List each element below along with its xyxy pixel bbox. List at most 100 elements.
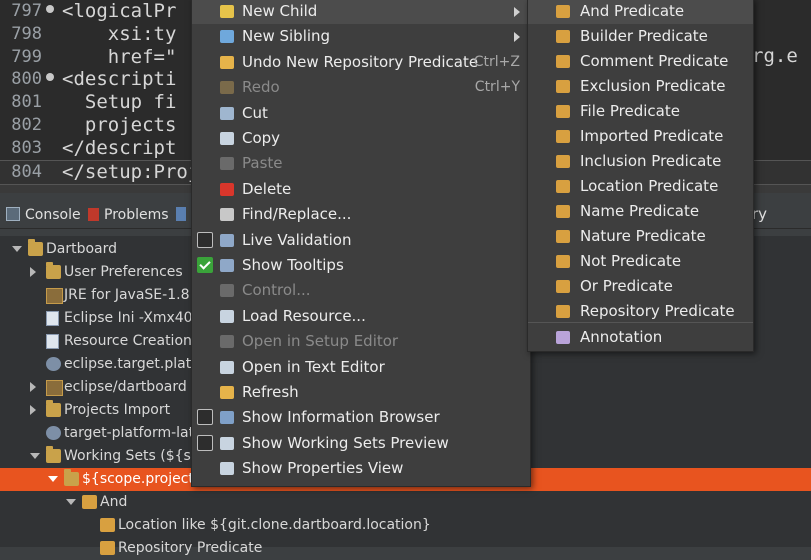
menu-item-new-child[interactable]: New Child bbox=[192, 0, 530, 24]
submenu-item-location-predicate[interactable]: Location Predicate bbox=[528, 174, 753, 199]
tab-problems[interactable]: Problems bbox=[88, 205, 169, 225]
menu-item-label: Undo New Repository Predicate bbox=[242, 52, 479, 71]
menu-item-show-properties-view[interactable]: Show Properties View bbox=[192, 456, 530, 481]
expand-arrow-icon[interactable] bbox=[12, 246, 22, 252]
menu-item-label: Cut bbox=[242, 103, 268, 122]
menu-item-label: Paste bbox=[242, 154, 283, 173]
submenu-item-and-predicate[interactable]: And Predicate bbox=[528, 0, 753, 24]
submenu-item-label: Nature Predicate bbox=[580, 227, 706, 245]
menu-item-control[interactable]: Control... bbox=[192, 278, 530, 303]
menu-item-label: Copy bbox=[242, 129, 281, 147]
menu-item-paste[interactable]: Paste bbox=[192, 151, 530, 176]
line-number: 797 bbox=[11, 1, 42, 21]
predicate-icon bbox=[556, 30, 570, 43]
predicate-icon bbox=[100, 518, 115, 532]
menu-item-find-replace[interactable]: Find/Replace... bbox=[192, 202, 530, 227]
tab-console[interactable]: Console bbox=[6, 205, 81, 225]
fold-icon[interactable] bbox=[46, 5, 54, 13]
folder-icon bbox=[28, 239, 43, 256]
menu-item-show-information-browser[interactable]: Show Information Browser bbox=[192, 405, 530, 430]
submenu-item-nature-predicate[interactable]: Nature Predicate bbox=[528, 224, 753, 249]
problems-icon bbox=[88, 208, 99, 221]
tree-item[interactable]: Repository Predicate bbox=[0, 537, 811, 560]
tree-item-label: Working Sets (${sco bbox=[64, 448, 208, 464]
setup-editor-icon bbox=[220, 335, 234, 349]
line-number: 801 bbox=[11, 92, 42, 113]
code-text: xsi:ty bbox=[62, 22, 177, 45]
submenu-arrow-icon bbox=[514, 32, 520, 43]
tree-item[interactable]: And bbox=[0, 491, 811, 514]
folder-icon bbox=[46, 446, 61, 463]
menu-item-copy[interactable]: Copy bbox=[192, 126, 530, 151]
menu-item-cut[interactable]: Cut bbox=[192, 101, 530, 126]
submenu-item-label: Name Predicate bbox=[580, 202, 700, 220]
predicate-icon bbox=[82, 495, 97, 509]
submenu-item-inclusion-predicate[interactable]: Inclusion Predicate bbox=[528, 149, 753, 174]
tree-item-label: Eclipse Ini -Xmx409 bbox=[64, 310, 202, 326]
tab-partial-label[interactable]: ry bbox=[752, 205, 767, 223]
submenu-item-exclusion-predicate[interactable]: Exclusion Predicate bbox=[528, 74, 753, 99]
predicate-icon bbox=[100, 541, 115, 555]
menu-item-label: Live Validation bbox=[242, 230, 352, 249]
submenu-item-comment-predicate[interactable]: Comment Predicate bbox=[528, 49, 753, 74]
submenu-item-label: Or Predicate bbox=[580, 277, 673, 295]
menu-item-undo-new-repository-predicate[interactable]: Undo New Repository Predicate Ctrl+Z bbox=[192, 50, 530, 75]
checkbox-icon[interactable] bbox=[197, 409, 213, 426]
load-resource-icon bbox=[220, 309, 234, 323]
submenu-item-label: Repository Predicate bbox=[580, 302, 735, 320]
menu-item-label: Delete bbox=[242, 179, 292, 198]
collapse-arrow-icon[interactable] bbox=[30, 267, 36, 277]
collapse-arrow-icon[interactable] bbox=[30, 382, 36, 392]
predicate-icon bbox=[556, 305, 570, 318]
expand-arrow-icon[interactable] bbox=[30, 453, 40, 459]
predicate-icon bbox=[556, 230, 570, 243]
tab-partial-icon[interactable] bbox=[176, 205, 191, 225]
submenu-item-name-predicate[interactable]: Name Predicate bbox=[528, 199, 753, 224]
menu-item-redo[interactable]: Redo Ctrl+Y bbox=[192, 75, 530, 100]
submenu-item-or-predicate[interactable]: Or Predicate bbox=[528, 274, 753, 299]
line-number: 804 bbox=[11, 161, 42, 182]
predicate-icon bbox=[556, 280, 570, 293]
line-number: 803 bbox=[11, 137, 42, 158]
folder-icon bbox=[46, 262, 61, 279]
checkbox-icon[interactable] bbox=[197, 231, 213, 248]
refresh-icon bbox=[220, 386, 234, 399]
menu-item-open-in-setup-editor[interactable]: Open in Setup Editor bbox=[192, 329, 530, 354]
properties-icon bbox=[220, 462, 234, 476]
expand-arrow-icon[interactable] bbox=[48, 476, 58, 482]
line-number: 798 bbox=[11, 23, 42, 44]
fold-icon[interactable] bbox=[46, 73, 54, 82]
tree-item-label: target-platform-lat bbox=[64, 425, 195, 441]
predicate-icon bbox=[556, 205, 570, 218]
submenu-item-label: Comment Predicate bbox=[580, 52, 729, 70]
task-icon bbox=[46, 426, 61, 440]
folder-icon bbox=[46, 400, 61, 417]
document-icon bbox=[46, 311, 59, 326]
expand-arrow-icon[interactable] bbox=[66, 499, 76, 505]
menu-item-load-resource[interactable]: Load Resource... bbox=[192, 304, 530, 329]
menu-item-label: Show Working Sets Preview bbox=[242, 433, 449, 452]
menu-item-show-tooltips[interactable]: Show Tooltips bbox=[192, 253, 530, 278]
menu-accelerator: Ctrl+Y bbox=[474, 79, 520, 96]
submenu-item-imported-predicate[interactable]: Imported Predicate bbox=[528, 124, 753, 149]
tree-item[interactable]: Location like ${git.clone.dartboard.loca… bbox=[0, 514, 811, 537]
submenu-item-file-predicate[interactable]: File Predicate bbox=[528, 99, 753, 124]
submenu-item-not-predicate[interactable]: Not Predicate bbox=[528, 249, 753, 274]
menu-item-label: Redo bbox=[242, 78, 280, 97]
submenu-item-repository-predicate[interactable]: Repository Predicate bbox=[528, 299, 753, 324]
tree-item-label: JRE for JavaSE-1.8 = bbox=[64, 287, 206, 303]
predicate-icon bbox=[556, 255, 570, 268]
new-child-submenu: And Predicate Builder Predicate Comment Pr… bbox=[527, 0, 754, 352]
checked-checkbox-icon[interactable] bbox=[197, 257, 213, 273]
menu-item-show-working-sets-preview[interactable]: Show Working Sets Preview bbox=[192, 431, 530, 456]
menu-item-live-validation[interactable]: Live Validation bbox=[192, 228, 530, 253]
menu-item-delete[interactable]: Delete bbox=[192, 177, 530, 202]
submenu-item-annotation[interactable]: Annotation bbox=[528, 325, 753, 350]
menu-item-open-in-text-editor[interactable]: Open in Text Editor bbox=[192, 355, 530, 380]
tree-item-label: ${scope.project. bbox=[82, 471, 199, 487]
checkbox-icon[interactable] bbox=[197, 434, 213, 451]
collapse-arrow-icon[interactable] bbox=[30, 405, 36, 415]
submenu-item-builder-predicate[interactable]: Builder Predicate bbox=[528, 24, 753, 49]
menu-item-refresh[interactable]: Refresh bbox=[192, 380, 530, 405]
menu-item-new-sibling[interactable]: New Sibling bbox=[192, 24, 530, 49]
